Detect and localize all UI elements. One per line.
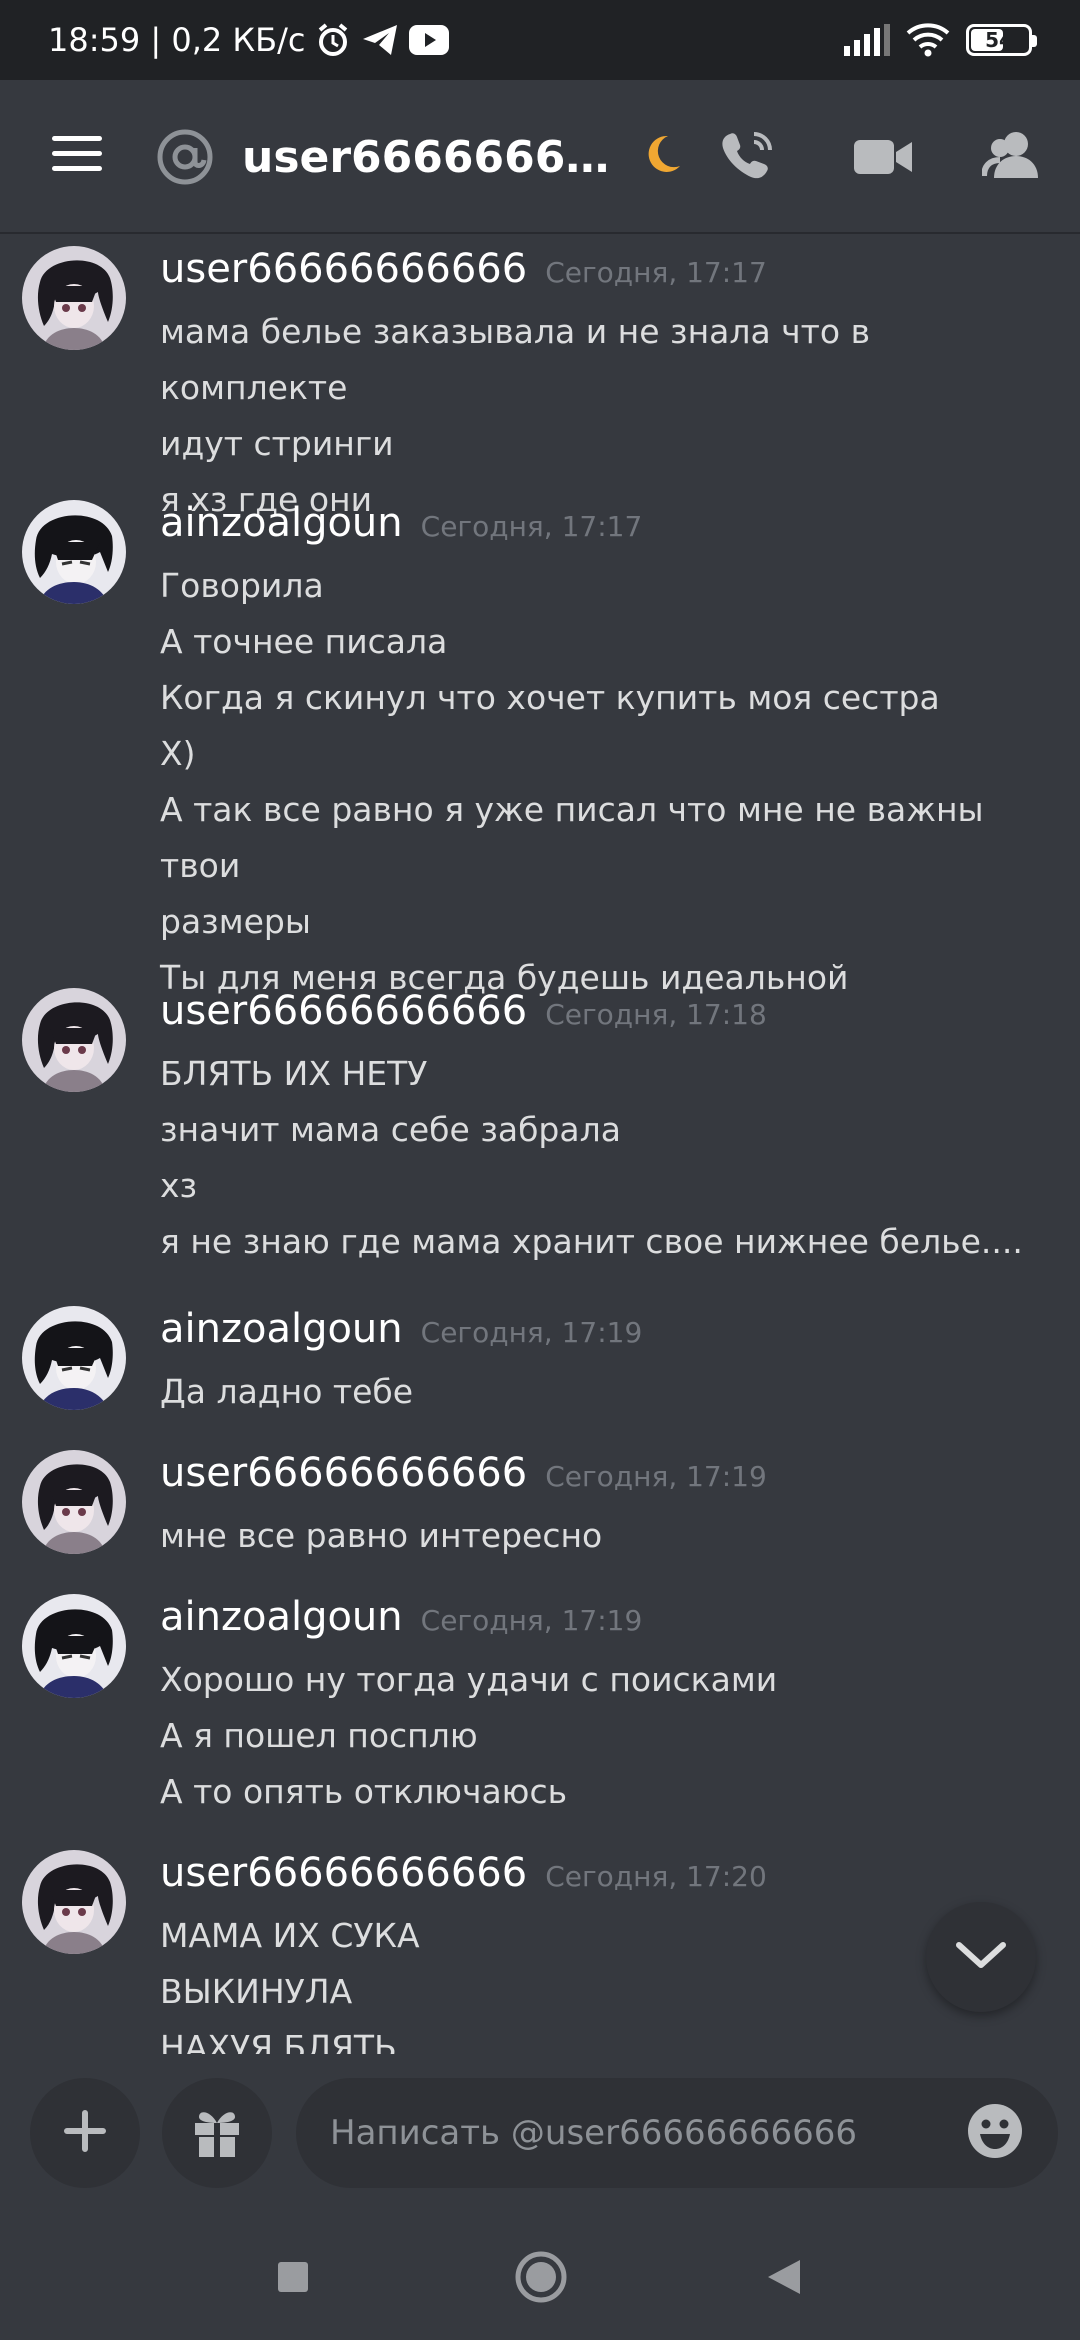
plus-icon: [63, 2109, 107, 2157]
signal-icon: [844, 24, 890, 56]
message-text: НАХУЯ БЛЯТЬ: [160, 2028, 397, 2054]
avatar[interactable]: [22, 988, 126, 1092]
message-text: Говорила: [160, 566, 324, 605]
message-timestamp: Сегодня, 17:17: [420, 510, 643, 543]
message-input[interactable]: Написать @user66666666666: [296, 2078, 1058, 2188]
battery-level: 54: [985, 28, 1013, 52]
avatar[interactable]: [22, 1594, 126, 1698]
message-timestamp: Сегодня, 17:19: [420, 1316, 643, 1349]
status-bar: 18:59 | 0,2 КБ/с 54: [0, 0, 1080, 80]
message-author[interactable]: user66666666666: [160, 246, 527, 292]
message-timestamp: Сегодня, 17:19: [545, 1460, 767, 1493]
message-text: БЛЯТЬ ИХ НЕТУ: [160, 1054, 428, 1093]
moon-icon: [646, 134, 682, 178]
alarm-icon: [315, 22, 351, 58]
wifi-icon: [906, 23, 950, 57]
avatar[interactable]: [22, 1850, 126, 1954]
members-icon[interactable]: [981, 128, 1044, 190]
home-icon[interactable]: [514, 2250, 568, 2308]
telegram-icon: [361, 23, 399, 57]
scroll-to-bottom-button[interactable]: [926, 1902, 1036, 2012]
status-time-speed: 18:59 | 0,2 КБ/с: [48, 21, 306, 59]
video-call-icon[interactable]: [852, 128, 914, 190]
message-list[interactable]: user66666666666 Сегодня, 17:17 мама бель…: [0, 232, 1080, 2054]
gift-icon: [189, 2103, 245, 2163]
message-text: мама белье заказывала и не знала что в к…: [160, 312, 881, 407]
emoji-icon[interactable]: [966, 2102, 1024, 2164]
menu-icon[interactable]: [52, 136, 102, 172]
system-navigation-bar: [0, 2214, 1080, 2340]
message-text: А то опять отключаюсь: [160, 1772, 568, 1811]
message-timestamp: Сегодня, 17:18: [545, 998, 767, 1031]
avatar[interactable]: [22, 500, 126, 604]
avatar[interactable]: [22, 246, 126, 350]
message-timestamp: Сегодня, 17:20: [545, 1860, 767, 1893]
message-text: размеры: [160, 902, 311, 941]
message-text: Хорошо ну тогда удачи с поисками: [160, 1660, 778, 1699]
message-text: МАМА ИХ СУКА: [160, 1916, 420, 1955]
message-text: А так все равно я уже писал что мне не в…: [160, 790, 995, 885]
message-author[interactable]: ainzoalgoun: [160, 1306, 403, 1352]
gift-button[interactable]: [162, 2078, 272, 2188]
message-text: Х): [160, 734, 196, 773]
message-timestamp: Сегодня, 17:17: [545, 256, 767, 289]
message-input-placeholder: Написать @user66666666666: [330, 2113, 858, 2153]
message-text: я не знаю где мама хранит свое нижнее бе…: [160, 1222, 1023, 1261]
chevron-down-icon: [955, 1939, 1007, 1975]
message-text: Да ладно тебе: [160, 1372, 414, 1411]
channel-title[interactable]: user6666666...: [242, 132, 612, 183]
message-timestamp: Сегодня, 17:19: [420, 1604, 643, 1637]
back-icon[interactable]: [766, 2258, 802, 2300]
avatar[interactable]: [22, 1450, 126, 1554]
voice-call-icon[interactable]: [718, 128, 776, 190]
message-text: ВЫКИНУЛА: [160, 1972, 353, 2011]
message-composer: Написать @user66666666666: [0, 2054, 1080, 2214]
message-author[interactable]: user66666666666: [160, 988, 527, 1034]
message-author[interactable]: ainzoalgoun: [160, 1594, 403, 1640]
message-text: Когда я скинул что хочет купить моя сест…: [160, 678, 940, 717]
message-author[interactable]: ainzoalgoun: [160, 500, 403, 546]
youtube-icon: [409, 25, 450, 55]
message-text: мне все равно интересно: [160, 1516, 603, 1555]
message-text: А точнее писала: [160, 622, 448, 661]
battery-indicator: 54: [966, 24, 1037, 56]
message-author[interactable]: user66666666666: [160, 1850, 527, 1896]
message-text: А я пошел посплю: [160, 1716, 478, 1755]
message-text: идут стринги: [160, 424, 394, 463]
avatar[interactable]: [22, 1306, 126, 1410]
at-icon: [156, 128, 214, 196]
message-text: хз: [160, 1166, 198, 1205]
add-attachment-button[interactable]: [30, 2078, 140, 2188]
recents-icon[interactable]: [276, 2260, 310, 2298]
message-text: значит мама себе забрала: [160, 1110, 621, 1149]
message-author[interactable]: user66666666666: [160, 1450, 527, 1496]
chat-header: user6666666...: [0, 80, 1080, 232]
